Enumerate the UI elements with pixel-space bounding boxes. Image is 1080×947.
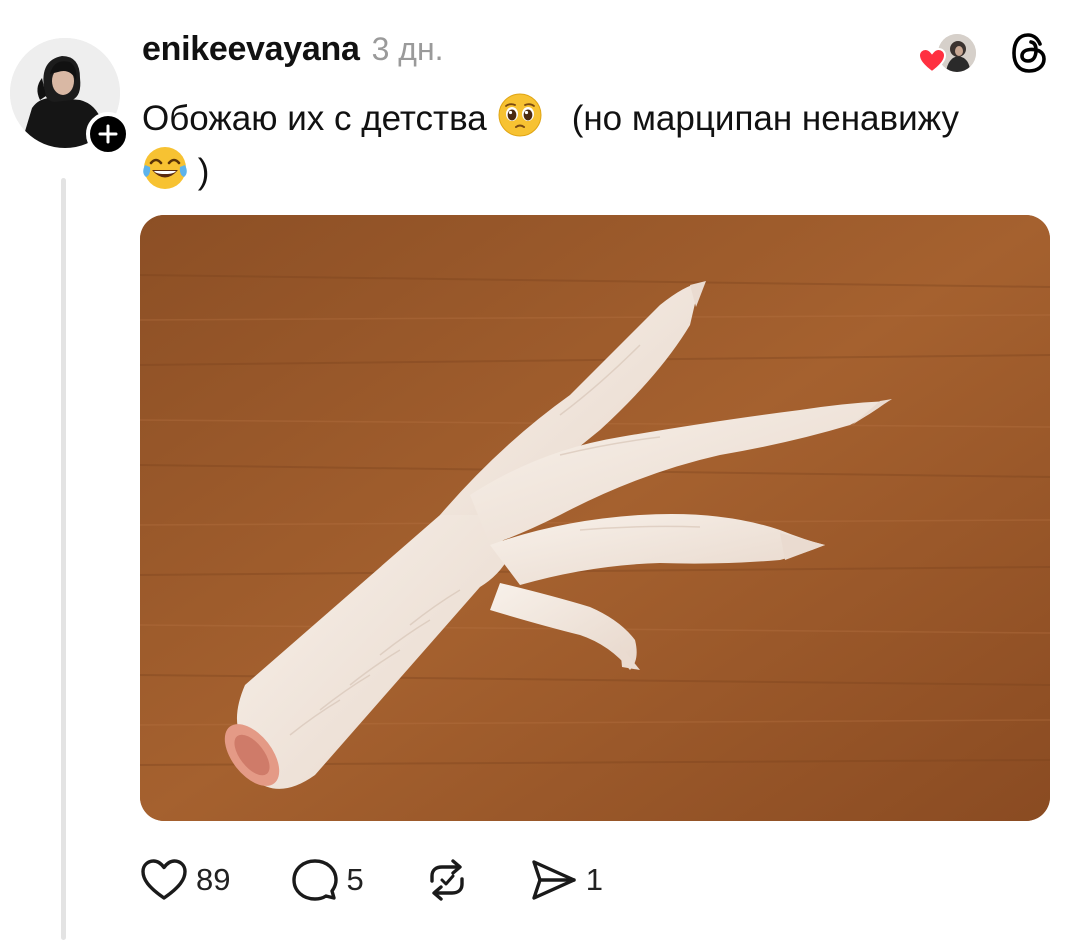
- chicken-foot-photo: [140, 215, 1050, 821]
- heart-icon: [918, 48, 946, 74]
- post-header: enikeevayana 3 дн.: [142, 30, 444, 80]
- like-button[interactable]: 89: [140, 852, 230, 908]
- like-count: 89: [196, 862, 231, 897]
- send-icon: [532, 860, 576, 900]
- author-avatar[interactable]: [10, 38, 130, 156]
- thread-line: [61, 178, 66, 940]
- post-text: Обожаю их с детства (но марципан ненавиж…: [142, 92, 1062, 198]
- comment-bubble-icon: [292, 859, 339, 901]
- share-button[interactable]: 1: [530, 852, 603, 908]
- header-actions: [918, 30, 1050, 76]
- share-count: 1: [585, 862, 603, 897]
- repost-button[interactable]: [424, 852, 470, 908]
- post-text-close: ): [197, 152, 210, 191]
- follow-button[interactable]: [86, 112, 130, 156]
- post-actions: 89 5 1: [140, 852, 603, 908]
- reply-count: 5: [346, 862, 364, 897]
- repost-icon: [430, 859, 464, 901]
- post-text-line-1: Обожаю их с детства: [142, 99, 487, 138]
- pleading-face-emoji: [498, 93, 541, 137]
- plus-icon: [98, 124, 118, 144]
- liked-by-indicator[interactable]: [918, 30, 980, 76]
- username[interactable]: enikeevayana: [142, 30, 360, 69]
- post-text-line-2: (но марципан ненавижу: [571, 99, 959, 138]
- heart-outline-icon: [141, 859, 187, 900]
- post-image[interactable]: [140, 215, 1050, 821]
- reply-button[interactable]: 5: [292, 852, 364, 908]
- post-time: 3 дн.: [371, 31, 444, 67]
- threads-logo-icon[interactable]: [1010, 31, 1050, 75]
- face-with-tears-of-joy-emoji: [143, 147, 187, 189]
